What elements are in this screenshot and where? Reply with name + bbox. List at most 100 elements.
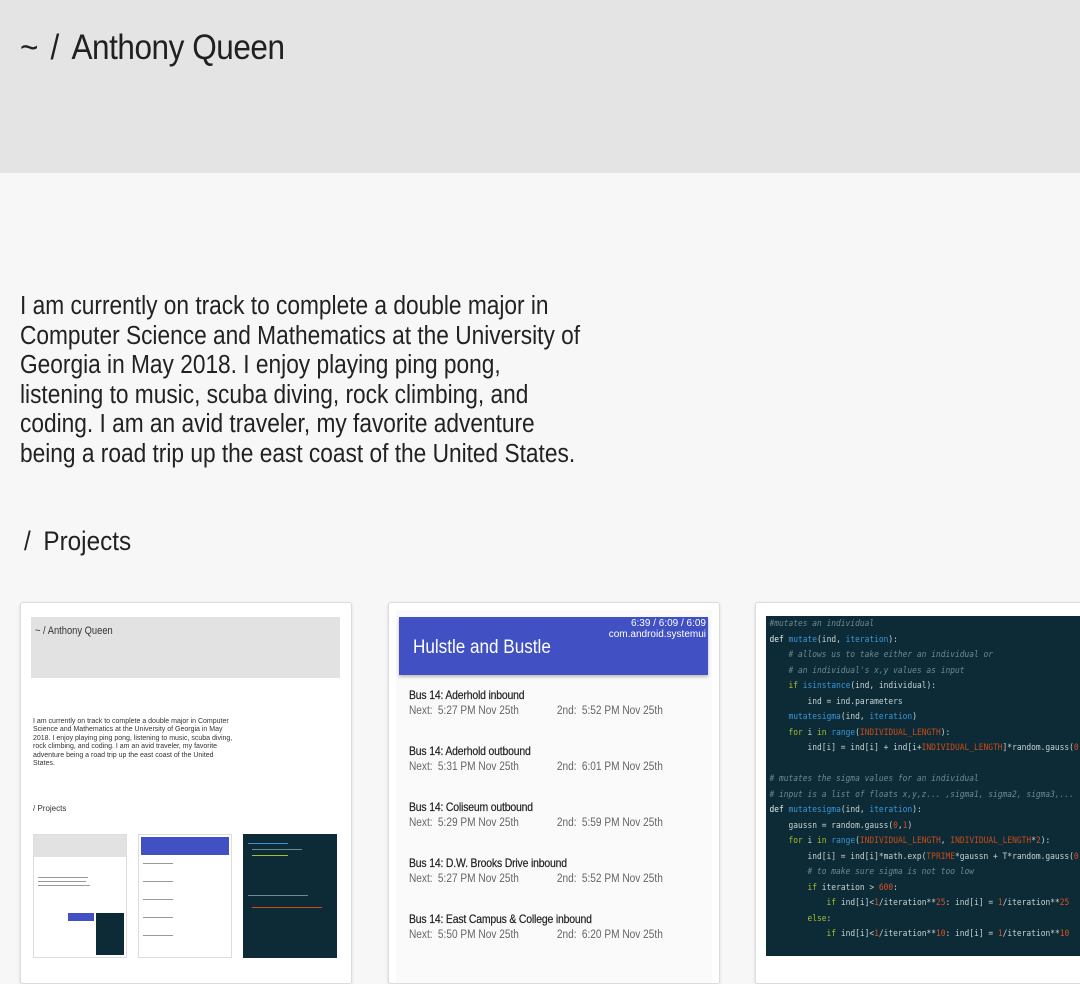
mini-thumb-line (143, 935, 173, 936)
code-line: # allows us to take either an individual… (769, 649, 994, 660)
mini-thumb-line (252, 855, 288, 856)
mini-project-thumb-bus (138, 834, 232, 958)
code-line: for i in range(INDIVIDUAL_LENGTH, INDIVI… (788, 835, 1051, 846)
site-header: ~ / Anthony Queen (0, 0, 1080, 173)
mini-thumb-line (143, 917, 173, 918)
mini-thumb-line (143, 863, 173, 864)
next-label: Next: (409, 761, 433, 773)
second-time: 5:59 PM Nov 25th (581, 817, 663, 829)
route-name: Bus 14: East Campus & College inbound (409, 912, 592, 926)
second-time-group: 2nd: 5:52 PM Nov 25th (557, 873, 663, 885)
second-time-group: 2nd: 6:01 PM Nov 25th (557, 761, 663, 773)
title-separator: / (50, 28, 60, 67)
mini-thumb-line (248, 895, 308, 896)
status-app: com.android.systemui (608, 629, 706, 640)
project-thumbnail: #mutates an individual def mutate(ind, i… (763, 610, 1080, 983)
status-line: 6:39 / 6:09 / 6:09 (630, 618, 706, 629)
mini-thumb-bus (68, 913, 94, 921)
second-time-group: 2nd: 6:20 PM Nov 25th (557, 929, 663, 941)
project-card-personal-site[interactable]: ~ / Anthony Queen I am currently on trac… (20, 602, 352, 984)
code-line: #mutates an individual (769, 618, 875, 629)
list-item[interactable]: Bus 14: Coliseum outbound Next: 5:29 PM N… (409, 800, 709, 856)
mini-thumb-line (38, 877, 88, 878)
project-card-genetic-algorithm[interactable]: #mutates an individual def mutate(ind, i… (755, 602, 1080, 984)
next-time: 5:29 PM Nov 25th (437, 817, 519, 829)
status-overlay: 6:39 / 6:09 / 6:09 com.android.systemui (609, 618, 706, 640)
code-line: def mutate(ind, iteration): (769, 633, 898, 645)
second-label: 2nd: (556, 705, 577, 717)
route-times: Next: 5:31 PM Nov 25th 2nd: 6:01 PM Nov 25t… (409, 761, 673, 773)
next-time: 5:27 PM Nov 25th (437, 873, 519, 885)
code-line: if ind[i]<1/iteration**10: ind[i] = 1/it… (826, 928, 1070, 939)
second-label: 2nd: (556, 929, 577, 941)
mini-thumb-line (143, 881, 173, 882)
code-line: mutatesigma(ind, iteration) (788, 711, 917, 722)
project-thumbnail: ~ / Anthony Queen I am currently on trac… (28, 610, 344, 983)
second-time-group: 2nd: 5:52 PM Nov 25th (557, 705, 663, 717)
second-time: 6:20 PM Nov 25th (581, 929, 663, 941)
code-line: # an individual's x,y values as input (769, 664, 965, 676)
code-line: def mutatesigma(ind, iteration): (769, 804, 922, 815)
route-times: Next: 5:29 PM Nov 25th 2nd: 5:59 PM Nov 25t… (409, 817, 673, 829)
mini-thumb-header (34, 835, 126, 857)
bio-text: I am currently on track to complete a do… (20, 292, 581, 468)
code-line: else: (807, 912, 832, 924)
mini-project-thumb-site (33, 834, 127, 958)
list-item[interactable]: Bus 14: Aderhold inbound Next: 5:27 PM No… (409, 688, 709, 744)
second-time: 5:52 PM Nov 25th (581, 705, 663, 717)
route-name: Bus 14: Coliseum outbound (409, 800, 533, 814)
project-card-hulstle-and-bustle[interactable]: 6:39 / 6:09 / 6:09 com.android.systemui … (388, 602, 720, 984)
mini-site-title: ~ / Anthony Queen (35, 625, 113, 637)
second-time-group: 2nd: 5:59 PM Nov 25th (557, 817, 663, 829)
route-name: Bus 14: Aderhold inbound (409, 688, 525, 702)
route-name: Bus 14: Aderhold outbound (409, 744, 531, 758)
mini-thumb-appbar (141, 837, 229, 855)
code-line: # to make sure sigma is not too low (769, 866, 974, 877)
site-title: ~ / Anthony Queen (20, 28, 285, 68)
next-label: Next: (409, 929, 433, 941)
second-label: 2nd: (556, 761, 577, 773)
list-item[interactable]: Bus 14: D.W. Brooks Drive inbound Next: 5… (409, 856, 709, 912)
code-screenshot: #mutates an individual def mutate(ind, i… (766, 616, 1080, 956)
route-name: Bus 14: D.W. Brooks Drive inbound (409, 856, 567, 870)
second-label: 2nd: (556, 817, 577, 829)
mini-header: ~ / Anthony Queen (31, 617, 340, 678)
code-line: gaussn = random.gauss(0,1) (769, 819, 913, 831)
second-time: 6:01 PM Nov 25th (581, 761, 663, 773)
next-label: Next: (409, 705, 433, 717)
route-times: Next: 5:27 PM Nov 25th 2nd: 5:52 PM Nov 25t… (409, 705, 673, 717)
route-times: Next: 5:50 PM Nov 25th 2nd: 6:20 PM Nov 25t… (409, 929, 673, 941)
route-times: Next: 5:27 PM Nov 25th 2nd: 5:52 PM Nov 25t… (409, 873, 673, 885)
site-owner-name: Anthony Queen (71, 28, 285, 67)
mini-thumb-line (252, 907, 322, 908)
app-title: Hulstle and Bustle (413, 637, 551, 658)
code-line: if ind[i]<1/iteration**25: ind[i] = 1/it… (826, 897, 1070, 908)
projects-heading: / Projects (24, 526, 131, 557)
mini-project-thumb-code (243, 834, 337, 958)
mini-thumb-line (252, 849, 302, 850)
code-line: ind[i] = ind[i] + ind[i+INDIVIDUAL_LENGT… (769, 742, 1080, 753)
code-line: # mutates the sigma values for an indivi… (769, 773, 979, 784)
mini-thumb-code (96, 913, 124, 955)
projects-title: Projects (43, 526, 132, 556)
next-time: 5:27 PM Nov 25th (437, 705, 519, 717)
code-block: #mutates an individual def mutate(ind, i… (766, 616, 1080, 942)
next-label: Next: (409, 817, 433, 829)
home-link[interactable]: ~ (20, 28, 38, 67)
project-thumbnail: 6:39 / 6:09 / 6:09 com.android.systemui … (396, 610, 712, 983)
app-toolbar: 6:39 / 6:09 / 6:09 com.android.systemui … (399, 617, 708, 675)
bus-route-list: Bus 14: Aderhold inbound Next: 5:27 PM No… (409, 688, 709, 968)
code-line: if isinstance(ind, individual): (788, 680, 936, 691)
code-line: if iteration > 600: (807, 881, 898, 893)
mini-thumb-line (143, 899, 173, 900)
mini-thumb-line (38, 885, 90, 886)
list-item[interactable]: Bus 14: Aderhold outbound Next: 5:31 PM N… (409, 744, 709, 800)
next-label: Next: (409, 873, 433, 885)
mini-bio: I am currently on track to complete a do… (33, 718, 233, 768)
mini-thumb-line (248, 843, 288, 844)
mini-projects-heading: / Projects (33, 804, 67, 813)
code-line: ind[i] = ind[i]*math.exp(TPRIME*gaussn +… (769, 850, 1080, 862)
code-line: for i in range(INDIVIDUAL_LENGTH): (788, 726, 951, 738)
next-time: 5:31 PM Nov 25th (437, 761, 519, 773)
second-label: 2nd: (556, 873, 577, 885)
